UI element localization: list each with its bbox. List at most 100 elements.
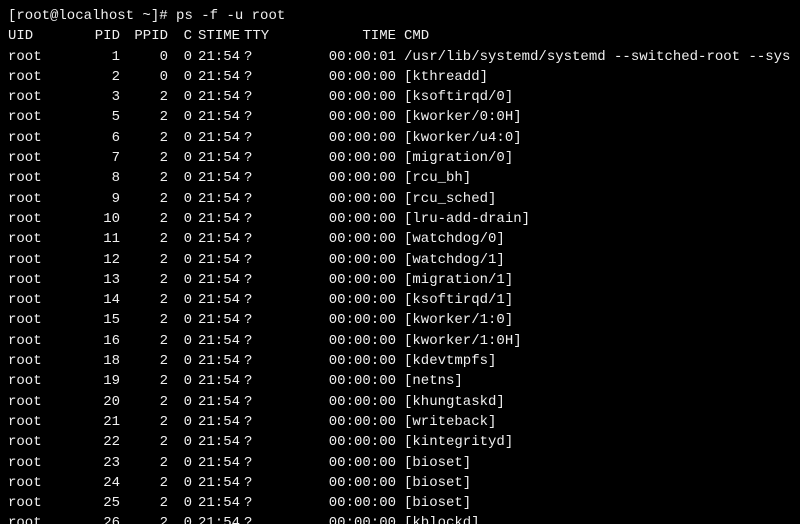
cell-uid: root	[8, 310, 64, 330]
cell-pid: 10	[64, 209, 120, 229]
cell-ppid: 2	[120, 290, 168, 310]
cell-pid: 22	[64, 432, 120, 452]
cell-cmd: [rcu_sched]	[396, 189, 496, 209]
cell-time: 00:00:00	[276, 310, 396, 330]
ps-row: root202021:54?00:00:00[khungtaskd]	[8, 392, 792, 412]
cell-ppid: 2	[120, 148, 168, 168]
prompt-line: [root@localhost ~]# ps -f -u root	[8, 6, 792, 26]
cell-c: 0	[168, 189, 192, 209]
cell-pid: 23	[64, 453, 120, 473]
ps-row: root132021:54?00:00:00[migration/1]	[8, 270, 792, 290]
cell-stime: 21:54	[192, 392, 240, 412]
cell-pid: 24	[64, 473, 120, 493]
col-header-ppid: PPID	[120, 26, 168, 46]
cell-pid: 14	[64, 290, 120, 310]
cell-pid: 2	[64, 67, 120, 87]
cell-pid: 12	[64, 250, 120, 270]
cell-stime: 21:54	[192, 290, 240, 310]
cell-pid: 16	[64, 331, 120, 351]
cell-ppid: 2	[120, 412, 168, 432]
ps-row: root152021:54?00:00:00[kworker/1:0]	[8, 310, 792, 330]
cell-tty: ?	[240, 392, 276, 412]
cell-tty: ?	[240, 310, 276, 330]
cell-ppid: 2	[120, 432, 168, 452]
ps-row: root72021:54?00:00:00[migration/0]	[8, 148, 792, 168]
cell-uid: root	[8, 107, 64, 127]
ps-row: root182021:54?00:00:00[kdevtmpfs]	[8, 351, 792, 371]
cell-ppid: 2	[120, 392, 168, 412]
col-header-time: TIME	[276, 26, 396, 46]
cell-ppid: 2	[120, 453, 168, 473]
cell-stime: 21:54	[192, 189, 240, 209]
cell-pid: 19	[64, 371, 120, 391]
ps-row: root162021:54?00:00:00[kworker/1:0H]	[8, 331, 792, 351]
prompt-command: ps -f -u root	[176, 8, 285, 24]
ps-row: root32021:54?00:00:00[ksoftirqd/0]	[8, 87, 792, 107]
cell-c: 0	[168, 209, 192, 229]
cell-stime: 21:54	[192, 331, 240, 351]
cell-uid: root	[8, 412, 64, 432]
cell-stime: 21:54	[192, 47, 240, 67]
cell-time: 00:00:00	[276, 513, 396, 524]
cell-uid: root	[8, 87, 64, 107]
col-header-stime: STIME	[192, 26, 240, 46]
cell-ppid: 2	[120, 371, 168, 391]
cell-time: 00:00:00	[276, 229, 396, 249]
cell-ppid: 0	[120, 47, 168, 67]
cell-pid: 13	[64, 270, 120, 290]
cell-uid: root	[8, 229, 64, 249]
ps-row: root82021:54?00:00:00[rcu_bh]	[8, 168, 792, 188]
cell-pid: 18	[64, 351, 120, 371]
col-header-uid: UID	[8, 26, 64, 46]
cell-stime: 21:54	[192, 148, 240, 168]
ps-row: root20021:54?00:00:00[kthreadd]	[8, 67, 792, 87]
cell-ppid: 0	[120, 67, 168, 87]
cell-cmd: /usr/lib/systemd/systemd --switched-root…	[396, 47, 790, 67]
cell-time: 00:00:00	[276, 128, 396, 148]
cell-cmd: [migration/0]	[396, 148, 513, 168]
cell-tty: ?	[240, 229, 276, 249]
cell-stime: 21:54	[192, 209, 240, 229]
cell-tty: ?	[240, 148, 276, 168]
cell-pid: 20	[64, 392, 120, 412]
terminal-output[interactable]: [root@localhost ~]# ps -f -u root UID PI…	[0, 0, 800, 524]
cell-uid: root	[8, 168, 64, 188]
cell-time: 00:00:00	[276, 250, 396, 270]
cell-cmd: [watchdog/1]	[396, 250, 505, 270]
cell-ppid: 2	[120, 128, 168, 148]
cell-pid: 8	[64, 168, 120, 188]
cell-tty: ?	[240, 107, 276, 127]
cell-ppid: 2	[120, 189, 168, 209]
cell-c: 0	[168, 513, 192, 524]
cell-uid: root	[8, 351, 64, 371]
cell-time: 00:00:00	[276, 87, 396, 107]
cell-stime: 21:54	[192, 473, 240, 493]
cell-cmd: [bioset]	[396, 493, 471, 513]
cell-uid: root	[8, 148, 64, 168]
ps-row: root222021:54?00:00:00[kintegrityd]	[8, 432, 792, 452]
cell-cmd: [kintegrityd]	[396, 432, 513, 452]
cell-time: 00:00:00	[276, 392, 396, 412]
cell-uid: root	[8, 209, 64, 229]
cell-uid: root	[8, 47, 64, 67]
cell-tty: ?	[240, 453, 276, 473]
cell-cmd: [writeback]	[396, 412, 496, 432]
cell-cmd: [kworker/1:0]	[396, 310, 513, 330]
cell-uid: root	[8, 290, 64, 310]
ps-rows-container: root10021:54?00:00:01/usr/lib/systemd/sy…	[8, 47, 792, 524]
cell-ppid: 2	[120, 270, 168, 290]
cell-pid: 5	[64, 107, 120, 127]
cell-stime: 21:54	[192, 168, 240, 188]
cell-tty: ?	[240, 331, 276, 351]
cell-c: 0	[168, 148, 192, 168]
cell-stime: 21:54	[192, 310, 240, 330]
cell-tty: ?	[240, 47, 276, 67]
cell-c: 0	[168, 229, 192, 249]
ps-row: root192021:54?00:00:00[netns]	[8, 371, 792, 391]
cell-pid: 11	[64, 229, 120, 249]
cell-cmd: [bioset]	[396, 473, 471, 493]
cell-tty: ?	[240, 351, 276, 371]
cell-stime: 21:54	[192, 412, 240, 432]
cell-c: 0	[168, 250, 192, 270]
cell-pid: 9	[64, 189, 120, 209]
